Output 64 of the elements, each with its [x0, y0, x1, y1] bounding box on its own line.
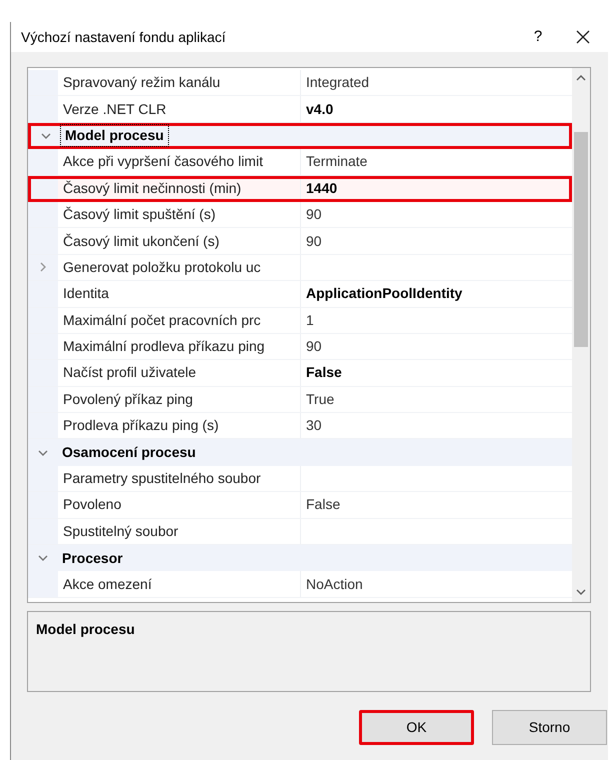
property-name: Parametry spustitelného soubor [58, 466, 301, 492]
category-label: Osamocení procesu [61, 443, 197, 462]
property-name: Verze .NET CLR [58, 96, 301, 122]
property-name: Maximální prodleva příkazu ping [58, 334, 301, 360]
property-name: Povoleno [58, 492, 301, 518]
property-name: Maximální počet pracovních prc [58, 308, 301, 333]
category-label: Model procesu [61, 125, 168, 146]
property-value: 90 [305, 205, 322, 224]
chevron-down-icon[interactable] [38, 553, 48, 564]
property-name: Spravovaný režim kanálu [58, 70, 301, 96]
property-name: Identita [58, 281, 301, 307]
property-name: Akce omezení [58, 571, 301, 597]
property-name: Časový limit nečinnosti (min) [58, 178, 301, 199]
property-row[interactable]: Časový limit nečinnosti (min) 1440 [28, 176, 572, 202]
help-button[interactable]: ? [518, 26, 558, 48]
property-row[interactable]: Parametry spustitelného soubor [28, 466, 572, 492]
window-title: Výchozí nastavení fondu aplikací [21, 28, 227, 47]
property-value: False [305, 363, 342, 382]
description-title: Model procesu [36, 621, 135, 637]
property-value: 30 [305, 416, 322, 436]
property-value: 90 [305, 232, 322, 251]
category-row[interactable]: Osamocení procesu [28, 439, 572, 466]
property-row[interactable]: Akce omezení NoAction [28, 571, 572, 598]
property-name: Načíst profil uživatele [58, 360, 301, 386]
dialog-button[interactable]: OK [359, 710, 474, 745]
dialog-button[interactable]: Storno [492, 710, 607, 745]
property-row[interactable]: Generovat položku protokolu uc [28, 254, 572, 282]
property-value: 1 [305, 310, 314, 330]
property-value: v4.0 [305, 100, 334, 119]
chevron-down-icon[interactable] [38, 448, 48, 458]
chevron-right-icon[interactable] [38, 262, 48, 272]
property-name: Časový limit spuštění (s) [58, 202, 301, 228]
property-row[interactable]: Identita ApplicationPoolIdentity [28, 281, 572, 308]
scrollbar[interactable] [572, 68, 590, 602]
category-row[interactable]: Model procesu [28, 122, 572, 150]
property-row[interactable]: Načíst profil uživatele False [28, 360, 572, 387]
property-name: Povolený příkaz ping [58, 386, 301, 412]
scroll-down-icon[interactable] [576, 588, 586, 596]
property-value: True [305, 390, 334, 409]
property-name: Spustitelný soubor [58, 518, 301, 544]
property-value: False [305, 495, 340, 514]
category-label: Procesor [61, 548, 124, 568]
property-name: Generovat položku protokolu uc [58, 254, 301, 280]
scrollbar-thumb[interactable] [574, 132, 588, 347]
property-row[interactable]: Povoleno False [28, 492, 572, 519]
property-value: ApplicationPoolIdentity [305, 284, 462, 304]
property-value: 1440 [305, 179, 338, 198]
property-value: Terminate [305, 152, 368, 172]
property-value: 90 [305, 337, 322, 356]
close-icon [576, 30, 590, 44]
property-name: Akce při vypršení časového limit [58, 149, 301, 175]
category-row[interactable]: Procesor [28, 545, 572, 572]
property-value: Integrated [305, 73, 370, 92]
scroll-up-icon[interactable] [576, 74, 586, 82]
property-row[interactable]: Maximální prodleva příkazu ping 90 [28, 334, 572, 360]
property-row[interactable]: Časový limit spuštění (s) 90 [28, 202, 572, 228]
property-row[interactable]: Povolený příkaz ping True [28, 386, 572, 414]
property-row[interactable]: Časový limit ukončení (s) 90 [28, 228, 572, 255]
chevron-down-icon[interactable] [41, 130, 51, 141]
property-row[interactable]: Spravovaný režim kanálu Integrated [28, 70, 572, 96]
property-row[interactable]: Maximální počet pracovních prc 1 [28, 308, 572, 334]
property-name: Časový limit ukončení (s) [58, 228, 301, 254]
property-value: NoAction [305, 574, 363, 594]
property-name: Prodleva příkazu ping (s) [58, 413, 301, 438]
